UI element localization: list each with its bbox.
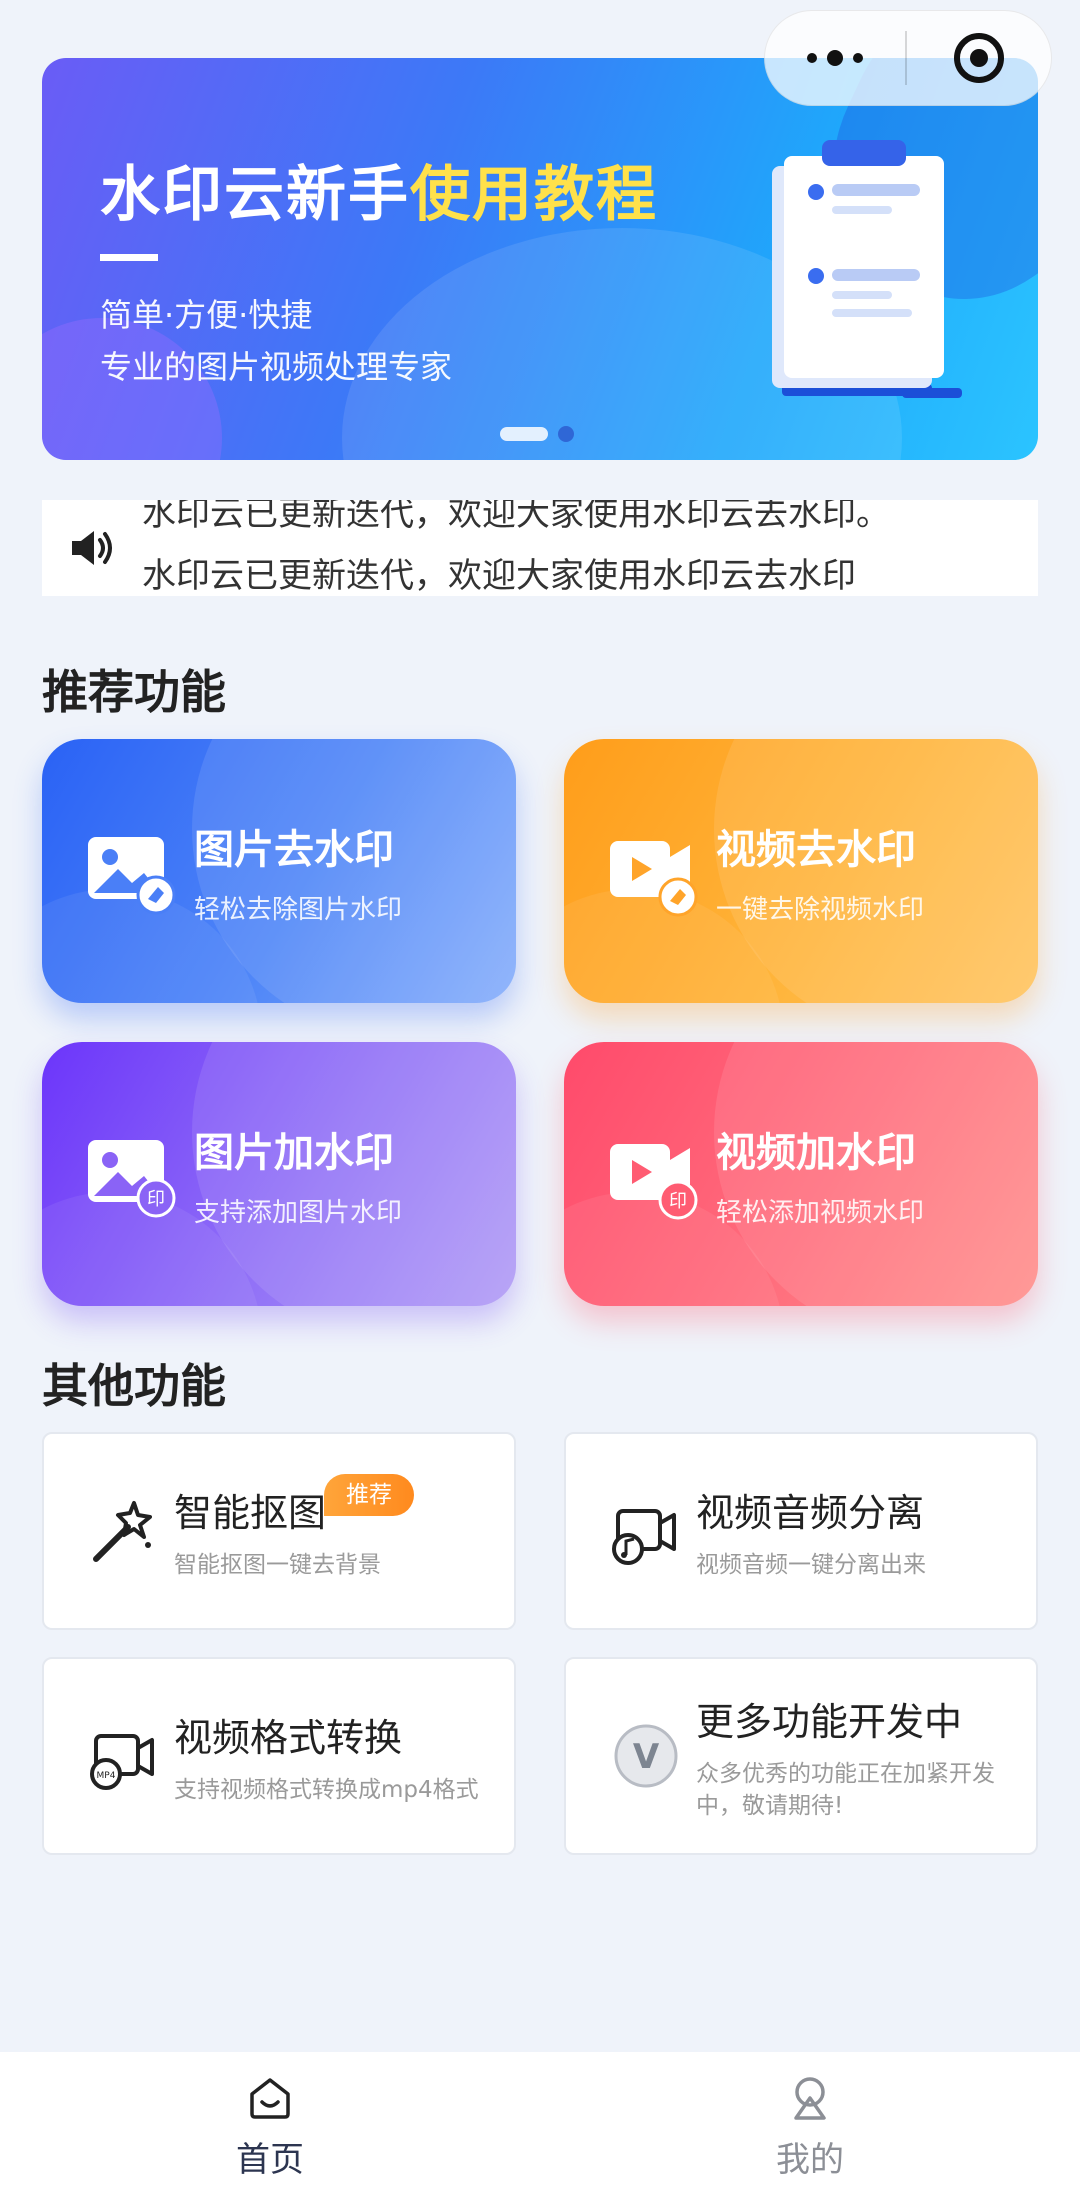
tab-label: 首页 (236, 2140, 304, 2180)
svg-text:MP4: MP4 (97, 1771, 116, 1781)
smart-cutout-card[interactable]: 智能抠图 智能抠图一键去背景 推荐 (42, 1432, 516, 1630)
tab-profile[interactable]: 我的 (540, 2052, 1080, 2199)
video-remove-watermark-card[interactable]: 视频去水印 一键去除视频水印 (564, 739, 1038, 1003)
card-title: 图片去水印 (194, 826, 394, 873)
video-mp4-icon: MP4 (90, 1734, 154, 1790)
card-subtitle: 一键去除视频水印 (716, 894, 925, 925)
bottom-tab-bar: 首页 我的 (0, 2052, 1080, 2199)
banner-title: 水印云新手使用教程 (100, 160, 658, 230)
format-convert-card[interactable]: MP4 视频格式转换 支持视频格式转换成mp4格式 (42, 1657, 516, 1855)
card-subtitle: 智能抠图一键去背景 (174, 1551, 381, 1578)
card-subtitle: 支持视频格式转换成mp4格式 (174, 1776, 479, 1803)
home-page: 水印云新手使用教程 简单·方便·快捷 专业的图片视频处理专家 水印云已更新迭代，… (0, 0, 1080, 2199)
magic-wand-icon (93, 1501, 152, 1562)
banner-slogan: 简单·方便·快捷 (100, 296, 313, 334)
image-remove-watermark-card[interactable]: 图片去水印 轻松去除图片水印 (42, 739, 516, 1003)
section-title-other: 其他功能 (42, 1359, 226, 1413)
target-circle-icon[interactable] (907, 11, 1051, 105)
card-title: 图片加水印 (194, 1129, 394, 1176)
v-badge-icon: V (614, 1724, 678, 1788)
tab-home[interactable]: 首页 (0, 2052, 540, 2199)
mini-program-capsule (764, 10, 1052, 106)
carousel-indicator[interactable] (500, 426, 574, 442)
announcement-text-prev: 水印云已更新迭代，欢迎大家使用水印云去水印。 (142, 500, 890, 534)
image-stamp-icon: 印 (88, 1140, 176, 1218)
video-audio-icon (612, 1509, 676, 1565)
section-title-recommend: 推荐功能 (42, 665, 226, 719)
video-add-watermark-card[interactable]: 印 视频加水印 轻松添加视频水印 (564, 1042, 1038, 1306)
image-erase-icon (88, 837, 176, 915)
carousel-dot[interactable] (558, 426, 574, 442)
banner-description: 专业的图片视频处理专家 (100, 348, 453, 386)
tutorial-banner[interactable]: 水印云新手使用教程 简单·方便·快捷 专业的图片视频处理专家 (42, 58, 1038, 460)
speaker-icon (42, 528, 142, 568)
video-stamp-icon: 印 (610, 1144, 698, 1220)
clipboard-illustration-icon (732, 126, 1012, 430)
image-add-watermark-card[interactable]: 印 图片加水印 支持添加图片水印 (42, 1042, 516, 1306)
profile-icon (794, 2077, 826, 2120)
banner-divider (100, 254, 158, 261)
card-subtitle: 视频音频一键分离出来 (696, 1551, 926, 1578)
card-title: 视频去水印 (716, 826, 916, 873)
svg-text:印: 印 (669, 1191, 687, 1212)
home-icon (250, 2078, 290, 2119)
more-features-card[interactable]: V 更多功能开发中 众多优秀的功能正在加紧开发中，敬请期待! (564, 1657, 1038, 1855)
card-title: 视频格式转换 (174, 1715, 403, 1760)
announcement-bar[interactable]: 水印云已更新迭代，欢迎大家使用水印云去水印。 水印云已更新迭代，欢迎大家使用水印… (42, 500, 1038, 596)
card-subtitle: 轻松添加视频水印 (716, 1197, 925, 1228)
announcement-text: 水印云已更新迭代，欢迎大家使用水印云去水印 (142, 556, 856, 596)
svg-text:印: 印 (147, 1189, 165, 1210)
card-subtitle: 轻松去除图片水印 (194, 894, 403, 925)
card-title: 更多功能开发中 (696, 1699, 963, 1744)
audio-separation-card[interactable]: 视频音频分离 视频音频一键分离出来 (564, 1432, 1038, 1630)
card-subtitle: 众多优秀的功能正在加紧开发中，敬请期待! (696, 1760, 995, 1819)
card-subtitle: 支持添加图片水印 (194, 1197, 403, 1228)
card-title: 视频加水印 (716, 1129, 916, 1176)
svg-text:V: V (633, 1737, 660, 1777)
card-title: 视频音频分离 (696, 1490, 925, 1535)
carousel-dot-active[interactable] (500, 427, 548, 441)
more-dots-icon[interactable] (765, 11, 905, 105)
banner-title-highlight: 使用教程 (410, 160, 658, 230)
tab-label: 我的 (776, 2140, 844, 2180)
announcement-ticker: 水印云已更新迭代，欢迎大家使用水印云去水印。 水印云已更新迭代，欢迎大家使用水印… (142, 500, 1038, 596)
recommend-badge: 推荐 (324, 1474, 414, 1516)
video-erase-icon (610, 841, 698, 917)
